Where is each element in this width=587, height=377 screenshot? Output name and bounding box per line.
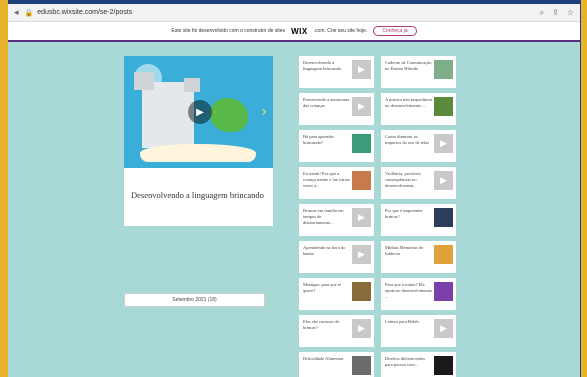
image-thumbnail[interactable] xyxy=(434,356,453,375)
post-card[interactable]: Para que a rotina? Ela ajuda no desenvol… xyxy=(381,278,456,310)
post-card[interactable]: Eles são curiosos de brincar? ▶ xyxy=(299,315,374,347)
post-card[interactable]: Dificuldade Alimentar xyxy=(299,352,374,377)
post-card[interactable]: Como diminuir os impactos do uso de tela… xyxy=(381,130,456,162)
post-title[interactable]: Dificuldade Alimentar xyxy=(303,356,351,362)
post-card[interactable]: Direitos diferenciados para pessoa com..… xyxy=(381,352,456,377)
archive-month-button[interactable]: Setembro 2021 (18) xyxy=(124,293,265,307)
video-thumbnail[interactable]: ▶ xyxy=(434,134,453,153)
post-card[interactable]: Brincar em família em tempos de distanci… xyxy=(299,204,374,236)
video-thumbnail[interactable]: ▶ xyxy=(434,319,453,338)
post-title[interactable]: Desenvolvendo a linguagem brincando xyxy=(303,60,351,72)
post-card[interactable]: Caderno de Comunicação no Ensino Híbrido xyxy=(381,56,456,88)
featured-post-card[interactable]: ▶ › Desenvolvendo a linguagem brincando xyxy=(124,56,273,226)
image-thumbnail[interactable] xyxy=(434,208,453,227)
post-title[interactable]: Promovendo a autonomia das crianças xyxy=(303,97,351,109)
banner-text: Este site foi desenvolvido com o constru… xyxy=(171,28,286,34)
play-icon: ▶ xyxy=(358,212,365,223)
post-title[interactable]: Mastigar: para que te quero? xyxy=(303,282,351,294)
post-title[interactable]: Há para aprender brincando? xyxy=(303,134,351,146)
wix-banner: Este site foi desenvolvido com o constru… xyxy=(8,22,580,42)
image-thumbnail[interactable] xyxy=(352,171,371,190)
post-title[interactable]: Direitos diferenciados para pessoa com..… xyxy=(385,356,433,368)
featured-post-title[interactable]: Desenvolvendo a linguagem brincando xyxy=(124,168,273,200)
url-text[interactable]: edusbc.wixsite.com/se-2/posts xyxy=(37,9,539,16)
post-card[interactable]: Há para aprender brincando? xyxy=(299,130,374,162)
book-illustration xyxy=(140,144,256,162)
video-thumbnail[interactable]: ▶ xyxy=(352,60,371,79)
post-card[interactable]: Minhas Memórias de Infância xyxy=(381,241,456,273)
lock-icon: 🔒 xyxy=(24,8,34,17)
video-thumbnail[interactable]: ▶ xyxy=(352,208,371,227)
play-icon: ▶ xyxy=(440,138,447,149)
post-title[interactable]: Por que é importante brincar? xyxy=(385,208,433,220)
image-thumbnail[interactable] xyxy=(352,134,371,153)
banner-text-2: .com. Crie seu site hoje. xyxy=(313,28,368,34)
post-title[interactable]: Eles são curiosos de brincar? xyxy=(303,319,351,331)
posts-grid: Desenvolvendo a linguagem brincando ▶ Cade… xyxy=(299,56,456,377)
post-card[interactable]: Promovendo a autonomia das crianças ▶ xyxy=(299,93,374,125)
back-arrow-icon[interactable]: ◂ xyxy=(14,8,19,18)
play-icon: ▶ xyxy=(440,323,447,334)
play-icon: ▶ xyxy=(440,175,447,186)
post-card[interactable]: Por que é importante brincar? xyxy=(381,204,456,236)
play-icon[interactable]: ▶ xyxy=(188,100,212,124)
star-icon[interactable]: ☆ xyxy=(567,8,574,18)
video-thumbnail[interactable]: ▶ xyxy=(434,171,453,190)
next-arrow-icon[interactable]: › xyxy=(261,104,267,120)
post-card[interactable]: Eu menti! Por que a criança mente e faz … xyxy=(299,167,374,199)
dragon-illustration xyxy=(210,98,248,132)
post-title[interactable]: Para que a rotina? Ela ajuda no desenvol… xyxy=(385,282,433,299)
image-thumbnail[interactable] xyxy=(434,97,453,116)
post-title[interactable]: Leitura para Bebês xyxy=(385,319,433,325)
post-card[interactable]: Leitura para Bebês ▶ xyxy=(381,315,456,347)
play-icon: ▶ xyxy=(358,101,365,112)
video-thumbnail[interactable]: ▶ xyxy=(352,245,371,264)
post-card[interactable]: Violência, possíveis consequências no de… xyxy=(381,167,456,199)
post-title[interactable]: Violência, possíveis consequências no de… xyxy=(385,171,433,188)
browser-window: ◂ 🔒 edusbc.wixsite.com/se-2/posts ⌕ ⇪ ☆ … xyxy=(8,4,580,377)
image-thumbnail[interactable] xyxy=(352,282,371,301)
castle-illustration xyxy=(134,72,200,148)
post-card[interactable]: Aprendendo na hora do banho ▶ xyxy=(299,241,374,273)
image-thumbnail[interactable] xyxy=(434,245,453,264)
post-title[interactable]: Minhas Memórias de Infância xyxy=(385,245,433,257)
zoom-icon[interactable]: ⌕ xyxy=(540,8,544,18)
post-title[interactable]: Aprendendo na hora do banho xyxy=(303,245,351,257)
post-title[interactable]: Eu menti! Por que a criança mente e faz … xyxy=(303,171,351,188)
video-thumbnail[interactable]: ▶ xyxy=(352,319,371,338)
post-title[interactable]: Brincar em família em tempos de distanci… xyxy=(303,208,351,225)
right-yellow-strip xyxy=(581,0,587,377)
left-yellow-strip xyxy=(0,0,8,377)
browser-address-bar: ◂ 🔒 edusbc.wixsite.com/se-2/posts ⌕ ⇪ ☆ xyxy=(8,4,580,22)
play-icon: ▶ xyxy=(358,249,365,260)
image-thumbnail[interactable] xyxy=(434,60,453,79)
post-card[interactable]: Mastigar: para que te quero? xyxy=(299,278,374,310)
post-title[interactable]: Como diminuir os impactos do uso de tela… xyxy=(385,134,433,146)
image-thumbnail[interactable] xyxy=(434,282,453,301)
post-card[interactable]: Desenvolvendo a linguagem brincando ▶ xyxy=(299,56,374,88)
play-icon: ▶ xyxy=(358,64,365,75)
post-title[interactable]: Caderno de Comunicação no Ensino Híbrido xyxy=(385,60,433,72)
post-title[interactable]: A música tem importância no desenvolvime… xyxy=(385,97,433,109)
browser-action-icons: ⌕ ⇪ ☆ xyxy=(540,8,574,18)
post-card[interactable]: A música tem importância no desenvolvime… xyxy=(381,93,456,125)
featured-video-thumbnail[interactable]: ▶ › xyxy=(124,56,273,168)
video-thumbnail[interactable]: ▶ xyxy=(352,97,371,116)
wix-logo: WIX xyxy=(291,26,308,36)
play-icon: ▶ xyxy=(358,323,365,334)
conheca-button[interactable]: Conheça já xyxy=(373,26,417,36)
image-thumbnail[interactable] xyxy=(352,356,371,375)
share-icon[interactable]: ⇪ xyxy=(552,8,559,18)
